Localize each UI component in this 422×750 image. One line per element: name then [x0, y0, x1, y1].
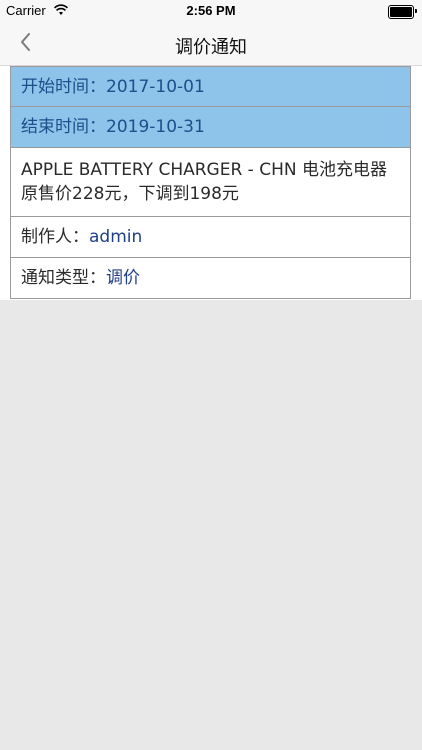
status-bar: Carrier 2:56 PM	[0, 0, 422, 22]
notice-type-row: 通知类型：调价	[10, 258, 411, 299]
end-time-label: 结束时间：	[21, 117, 106, 137]
notice-description: APPLE BATTERY CHARGER - CHN 电池充电器 原售价228…	[10, 148, 411, 217]
creator-row: 制作人：admin	[10, 217, 411, 258]
notice-detail: 开始时间：2017-10-01 结束时间：2019-10-31 APPLE BA…	[0, 66, 422, 300]
notice-type-value: 调价	[106, 268, 140, 288]
description-text: APPLE BATTERY CHARGER - CHN 电池充电器 原售价228…	[21, 160, 387, 204]
start-time-label: 开始时间：	[21, 77, 106, 97]
creator-label: 制作人：	[21, 227, 89, 247]
creator-value: admin	[89, 227, 143, 247]
page-title: 调价通知	[175, 37, 247, 58]
navigation-bar: 调价通知	[0, 22, 422, 66]
battery-icon	[388, 5, 417, 19]
notice-type-label: 通知类型：	[21, 268, 106, 288]
clock: 2:56 PM	[186, 3, 236, 18]
start-time-row: 开始时间：2017-10-01	[10, 66, 411, 107]
end-time-row: 结束时间：2019-10-31	[10, 107, 411, 148]
end-time-value: 2019-10-31	[106, 117, 205, 137]
start-time-value: 2017-10-01	[106, 77, 205, 97]
